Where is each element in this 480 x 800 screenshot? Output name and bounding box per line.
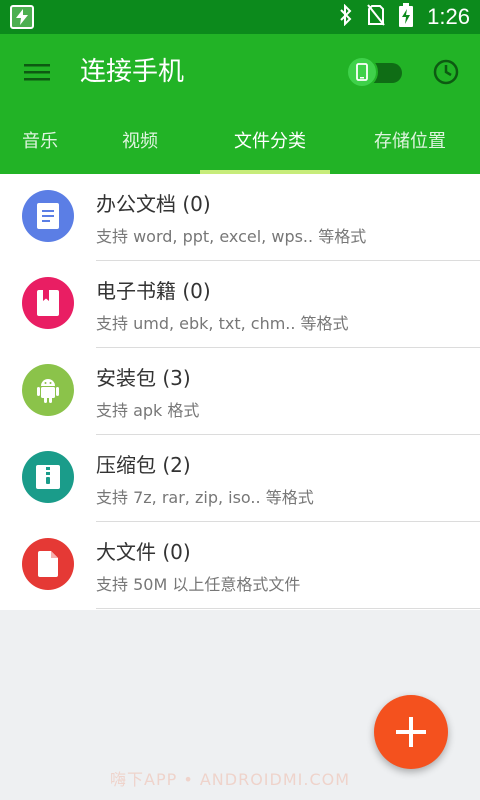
connect-toggle[interactable]: [346, 56, 404, 88]
tab-bar: 音乐 视频 文件分类 存储位置: [0, 122, 480, 174]
status-bar: 1:26: [0, 0, 480, 34]
list-item-ebooks[interactable]: 电子书籍 (0) 支持 umd, ebk, txt, chm.. 等格式: [0, 261, 480, 348]
status-time: 1:26: [427, 4, 470, 29]
status-icons: 1:26: [339, 0, 470, 34]
list-item-title: 办公文档 (0): [96, 192, 211, 216]
list-item-subtitle: 支持 50M 以上任意格式文件: [96, 575, 301, 594]
app-badge-icon: [10, 5, 34, 29]
list-item-title: 电子书籍 (0): [96, 279, 211, 303]
app-bar: 连接手机 音乐 视频 文件分类 存储位置: [0, 34, 480, 174]
file-icon: [22, 538, 74, 590]
book-icon: [22, 277, 74, 329]
tab-storage-location[interactable]: 存储位置: [340, 122, 480, 174]
list-item-title: 安装包 (3): [96, 366, 191, 390]
plus-icon: [396, 717, 426, 747]
battery-charging-icon: [399, 3, 414, 31]
list-item-office-docs[interactable]: 办公文档 (0) 支持 word, ppt, excel, wps.. 等格式: [0, 174, 480, 261]
list-item-apk[interactable]: 安装包 (3) 支持 apk 格式: [0, 348, 480, 435]
list-item-subtitle: 支持 7z, rar, zip, iso.. 等格式: [96, 488, 314, 507]
divider: [96, 608, 480, 609]
hamburger-menu-icon[interactable]: [24, 59, 50, 85]
clock-icon[interactable]: [432, 58, 460, 86]
tab-music[interactable]: 音乐: [0, 122, 80, 174]
tab-file-category[interactable]: 文件分类: [200, 122, 340, 174]
list-item-subtitle: 支持 apk 格式: [96, 401, 200, 420]
list-item-title: 压缩包 (2): [96, 453, 191, 477]
list-item-subtitle: 支持 umd, ebk, txt, chm.. 等格式: [96, 314, 349, 333]
no-sim-icon: [367, 4, 385, 30]
add-button[interactable]: [374, 695, 448, 769]
watermark: 嗨下APP • ANDROIDMI.COM: [110, 770, 351, 789]
tab-video[interactable]: 视频: [80, 122, 200, 174]
archive-icon: [22, 451, 74, 503]
list-item-large-files[interactable]: 大文件 (0) 支持 50M 以上任意格式文件: [0, 522, 480, 609]
list-item-title: 大文件 (0): [96, 540, 191, 564]
list-item-archives[interactable]: 压缩包 (2) 支持 7z, rar, zip, iso.. 等格式: [0, 435, 480, 522]
bluetooth-icon: [339, 3, 353, 30]
category-list: 办公文档 (0) 支持 word, ppt, excel, wps.. 等格式 …: [0, 174, 480, 610]
document-icon: [22, 190, 74, 242]
page-title: 连接手机: [80, 57, 185, 87]
phone-icon: [346, 56, 378, 88]
list-item-subtitle: 支持 word, ppt, excel, wps.. 等格式: [96, 227, 367, 246]
android-icon: [22, 364, 74, 416]
